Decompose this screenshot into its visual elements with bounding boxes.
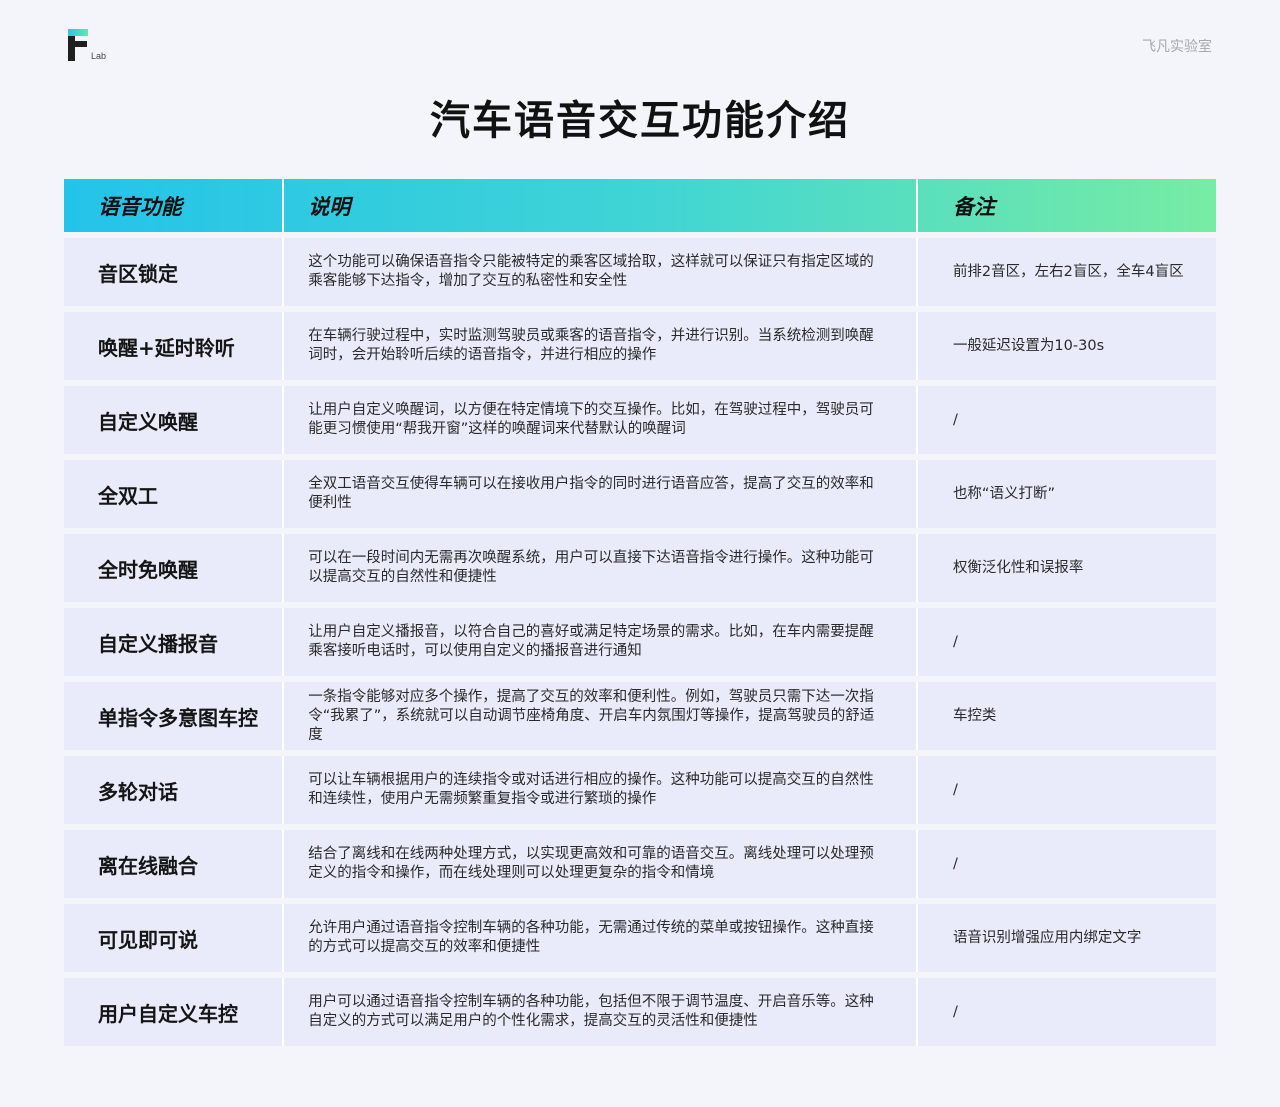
feature-note: 前排2音区，左右2盲区，全车4盲区 [952, 263, 1184, 280]
feature-note: 一般延迟设置为10-30s [952, 337, 1105, 354]
feature-name: 自定义唤醒 [98, 409, 198, 434]
table-row: 单指令多意图车控 一条指令能够对应多个操作，提高了交互的效率和便利性。例如，驾驶员… [64, 682, 1216, 750]
feature-note: / [952, 633, 958, 650]
feature-note: 车控类 [952, 707, 997, 724]
feature-name: 用户自定义车控 [98, 1001, 238, 1026]
feature-note: / [952, 781, 958, 798]
table-row: 用户自定义车控 用户可以通过语音指令控制车辆的各种功能，包括但不限于调节温度、开启… [64, 978, 1216, 1046]
feature-description: 用户可以通过语音指令控制车辆的各种功能，包括但不限于调节温度、开启音乐等。这种自… [308, 994, 874, 1029]
logo-mark-top [68, 29, 88, 36]
logo-text: Lab [91, 51, 107, 61]
feature-name: 可见即可说 [98, 927, 198, 952]
feature-description: 全双工语音交互使得车辆可以在接收用户指令的同时进行语音应答，提高了交互的效率和便… [308, 476, 874, 511]
feature-note: / [952, 1003, 958, 1020]
table-row: 可见即可说 允许用户通过语音指令控制车辆的各种功能，无需通过传统的菜单或按钮操作。… [64, 904, 1216, 972]
feature-note: / [952, 411, 958, 428]
feature-table: 语音功能 说明 备注 音区锁定 这个功能可以确保语音指令只能被特定的乘客区域拾取，… [64, 179, 1216, 1052]
page-title: 汽车语音交互功能介绍 [430, 98, 850, 144]
feature-name: 离在线融合 [98, 853, 198, 878]
feature-name: 多轮对话 [98, 779, 178, 804]
table-row: 全双工 全双工语音交互使得车辆可以在接收用户指令的同时进行语音应答，提高了交互的效… [64, 460, 1216, 528]
feature-note: 权衡泛化性和误报率 [952, 559, 1084, 576]
logo: Lab [68, 29, 118, 65]
feature-note: 语音识别增强应用内绑定文字 [952, 929, 1142, 946]
table-row: 全时免唤醒 可以在一段时间内无需再次唤醒系统，用户可以直接下达语音指令进行操作。这… [64, 534, 1216, 602]
feature-description: 在车辆行驶过程中，实时监测驾驶员或乘客的语音指令，并进行识别。当系统检测到唤醒词… [308, 328, 874, 363]
table-row: 自定义播报音 让用户自定义播报音，以符合自己的喜好或满足特定场景的需求。比如，在车… [64, 608, 1216, 676]
feature-note: 也称“语义打断” [952, 485, 1055, 502]
brand-name: 飞凡实验室 [1142, 39, 1212, 55]
feature-description: 这个功能可以确保语音指令只能被特定的乘客区域拾取，这样就可以保证只有指定区域的乘… [308, 254, 874, 289]
table-row: 自定义唤醒 让用户自定义唤醒词，以方便在特定情境下的交互操作。比如，在驾驶过程中，… [64, 386, 1216, 454]
feature-description: 可以在一段时间内无需再次唤醒系统，用户可以直接下达语音指令进行操作。这种功能可以… [308, 550, 874, 585]
table-row: 音区锁定 这个功能可以确保语音指令只能被特定的乘客区域拾取，这样就可以保证只有指定… [64, 238, 1216, 306]
table-row: 多轮对话 可以让车辆根据用户的连续指令或对话进行相应的操作。这种功能可以提高交互的… [64, 756, 1216, 824]
feature-description: 让用户自定义唤醒词，以方便在特定情境下的交互操作。比如，在驾驶过程中，驾驶员可能… [308, 402, 874, 437]
column-header-note: 备注 [953, 194, 995, 219]
feature-description: 允许用户通过语音指令控制车辆的各种功能，无需通过传统的菜单或按钮操作。这种直接的… [308, 920, 874, 955]
table-row: 离在线融合 结合了离线和在线两种处理方式，以实现更高效和可靠的语音交互。离线处理可… [64, 830, 1216, 898]
feature-name: 单指令多意图车控 [98, 705, 258, 730]
feature-description: 结合了离线和在线两种处理方式，以实现更高效和可靠的语音交互。离线处理可以处理预定… [308, 846, 874, 881]
feature-description: 让用户自定义播报音，以符合自己的喜好或满足特定场景的需求。比如，在车内需要提醒乘… [308, 624, 874, 659]
column-header-description: 说明 [308, 194, 351, 219]
table-row: 唤醒+延时聆听 在车辆行驶过程中，实时监测驾驶员或乘客的语音指令，并进行识别。当系… [64, 312, 1216, 380]
logo-mark-middle [75, 41, 87, 47]
table-body: 音区锁定 这个功能可以确保语音指令只能被特定的乘客区域拾取，这样就可以保证只有指定… [64, 238, 1216, 1046]
feature-name: 自定义播报音 [98, 631, 218, 656]
feature-description: 一条指令能够对应多个操作，提高了交互的效率和便利性。例如，驾驶员只需下达一次指令… [308, 688, 875, 743]
feature-description: 可以让车辆根据用户的连续指令或对话进行相应的操作。这种功能可以提高交互的自然性和… [308, 772, 874, 807]
feature-name: 音区锁定 [98, 261, 178, 286]
table-header: 语音功能 说明 备注 [64, 179, 1216, 232]
column-header-feature: 语音功能 [98, 194, 182, 219]
feature-name: 唤醒+延时聆听 [98, 335, 235, 360]
feature-name: 全时免唤醒 [98, 557, 198, 582]
feature-note: / [952, 855, 958, 872]
feature-name: 全双工 [98, 483, 158, 508]
